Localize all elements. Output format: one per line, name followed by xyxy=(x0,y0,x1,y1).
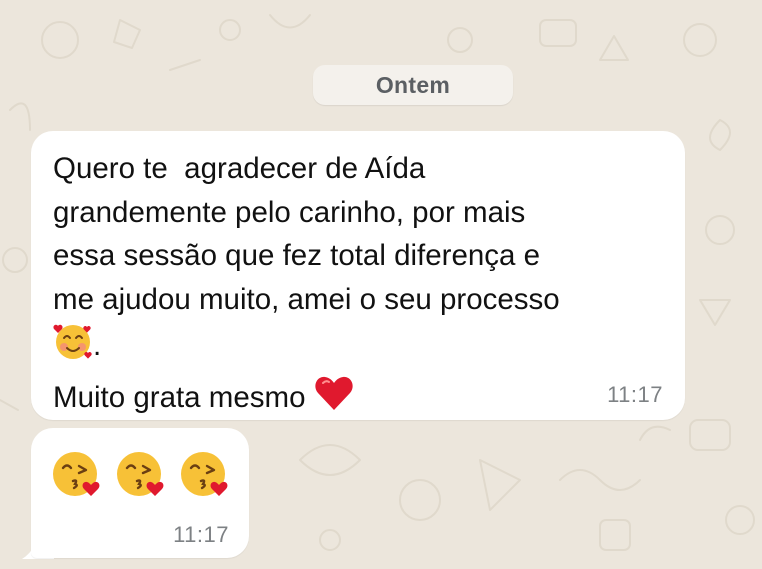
message-line-dot: . xyxy=(93,329,102,363)
message-timestamp: 11:17 xyxy=(607,382,663,407)
message-timestamp: 11:17 xyxy=(173,522,229,547)
message-line: Quero te agradecer de Aída xyxy=(53,152,426,185)
message-line: essa sessão que fez total diferença e xyxy=(53,239,541,272)
message-line: Muito grata mesmo xyxy=(53,380,306,414)
message-text: Quero te agradecer de Aída grandemente p… xyxy=(53,147,653,424)
date-separator: Ontem xyxy=(313,65,513,105)
message-bubble[interactable]: Quero te agradecer de Aída grandemente p… xyxy=(31,131,685,420)
face-blowing-a-kiss-icon xyxy=(51,448,103,505)
message-line-emoji: . xyxy=(53,321,653,374)
message-line: grandemente pelo carinho, por mais xyxy=(53,195,526,229)
message-bubble[interactable]: 11:17 xyxy=(31,428,249,558)
face-blowing-a-kiss-icon xyxy=(115,448,167,505)
message-line: me ajudou muito, amei o seu processo xyxy=(53,282,560,316)
message-line-last: Muito grata mesmo xyxy=(53,374,653,425)
red-heart-icon xyxy=(314,374,354,425)
smiling-face-with-hearts-icon xyxy=(53,321,93,374)
face-blowing-a-kiss-icon xyxy=(179,448,231,505)
emoji-row xyxy=(51,448,231,505)
date-separator-label: Ontem xyxy=(375,71,451,98)
